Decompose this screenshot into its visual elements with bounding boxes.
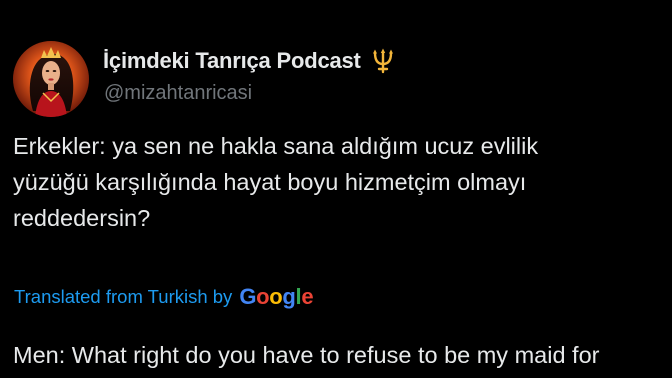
avatar[interactable]	[13, 41, 89, 117]
avatar-image	[13, 41, 89, 117]
translation-attribution: Translated from Turkish by Google	[14, 284, 314, 310]
translated-tweet-text: Men: What right do you have to refuse to…	[13, 342, 600, 368]
google-logo-letter: e	[301, 284, 314, 309]
translated-from-label[interactable]: Translated from Turkish by	[14, 286, 232, 308]
tweet-text-line: yüzüğü karşılığında hayat boyu hizmetçim…	[13, 169, 527, 195]
google-logo-letter: o	[256, 284, 270, 309]
google-logo-letter: G	[239, 284, 257, 309]
author-handle[interactable]: @mizahtanricasi	[104, 82, 252, 105]
tweet-text-line: Erkekler: ya sen ne hakla sana aldığım u…	[13, 133, 539, 159]
trident-icon	[369, 47, 397, 75]
tweet-text: Erkekler: ya sen ne hakla sana aldığım u…	[13, 128, 663, 236]
tweet-text-line: reddedersin?	[13, 205, 151, 231]
google-logo-letter: g	[282, 284, 296, 309]
google-logo: Google	[239, 284, 313, 310]
author-display-name[interactable]: İçimdeki Tanrıça Podcast	[103, 48, 361, 74]
google-logo-letter: o	[269, 284, 283, 309]
tweet: İçimdeki Tanrıça Podcast @mizahtanricasi…	[0, 0, 672, 378]
author-name-row[interactable]: İçimdeki Tanrıça Podcast	[103, 47, 397, 75]
